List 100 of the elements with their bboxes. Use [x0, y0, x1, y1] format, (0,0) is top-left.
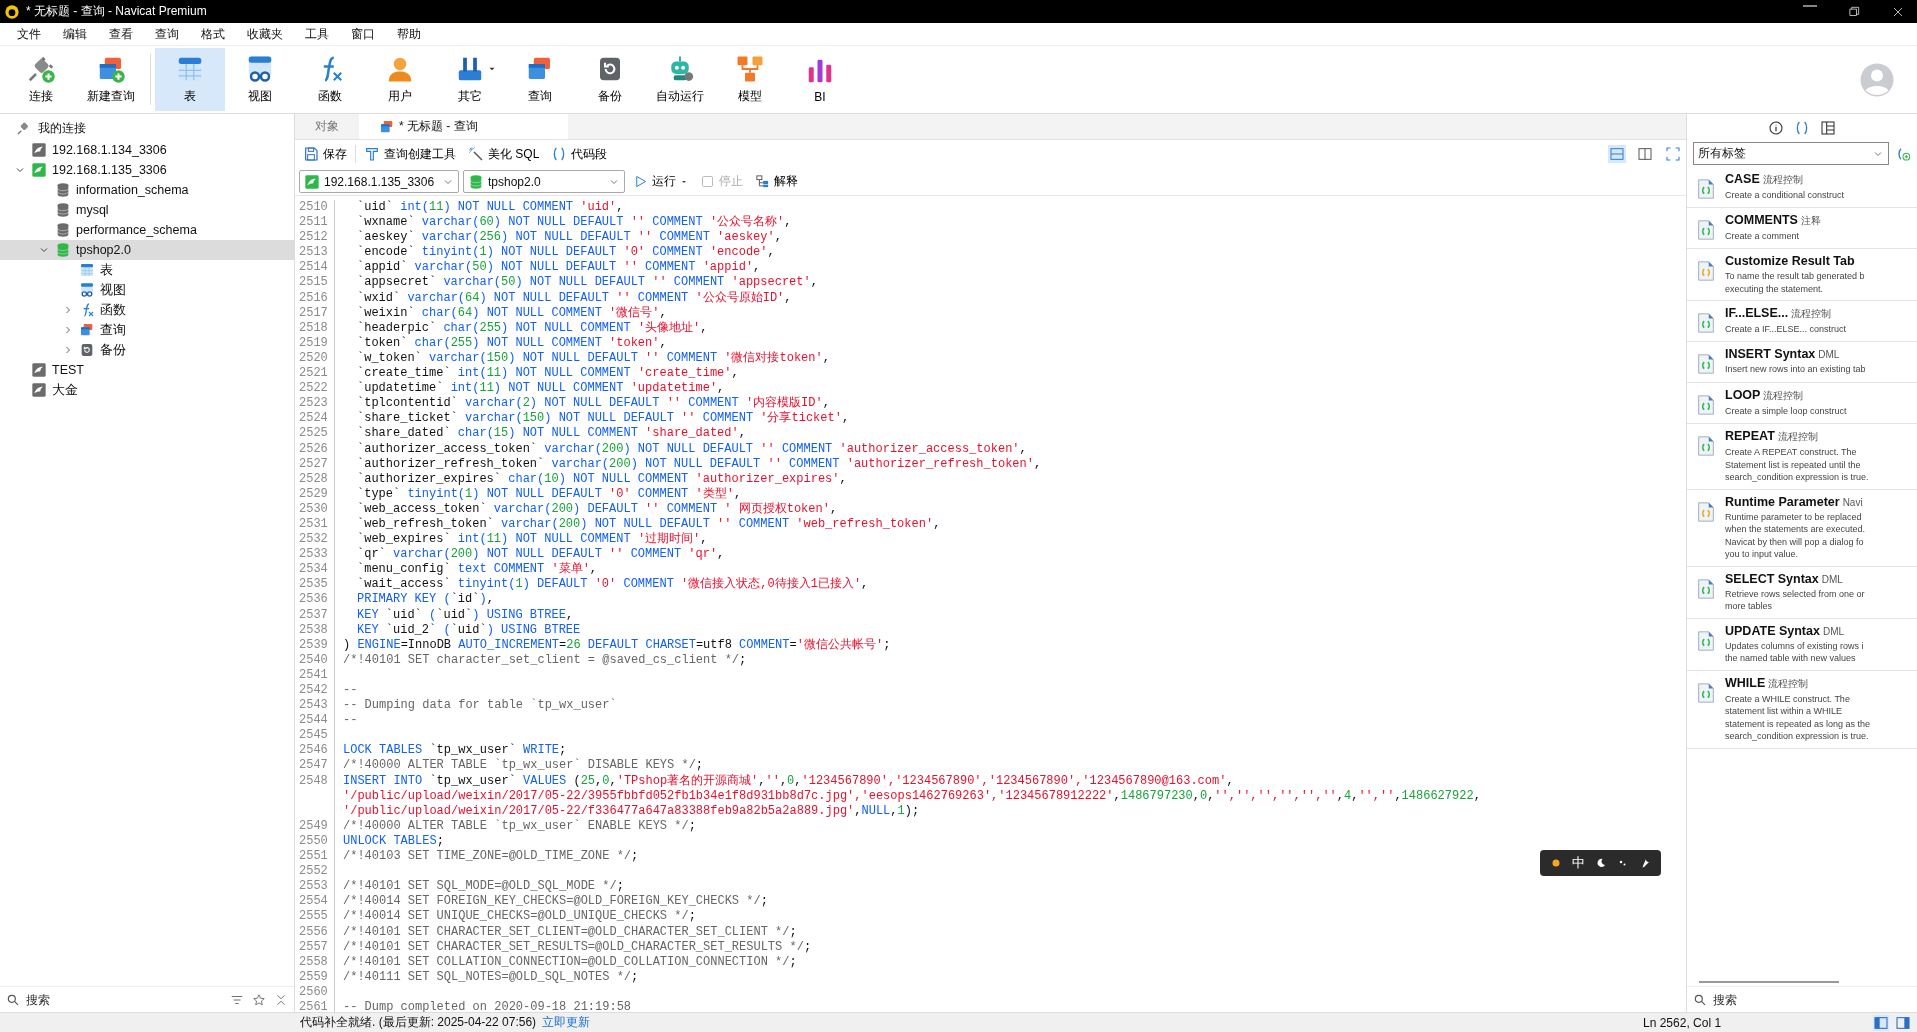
tree-item[interactable]: 大金 [0, 380, 294, 400]
menu-item[interactable]: 工具 [294, 23, 340, 45]
view-icon [79, 282, 95, 298]
database-dropdown[interactable]: tpshop2.0 [463, 170, 625, 193]
line-number: 2530 [295, 501, 335, 517]
tree-item[interactable]: 备份 [0, 340, 294, 360]
brackets-icon [1794, 120, 1810, 136]
search-field[interactable]: 搜索 [1711, 991, 1911, 1008]
menu-item[interactable]: 帮助 [386, 23, 432, 45]
cursor-position: Ln 2562, Col 1 [1643, 1015, 1723, 1030]
line-number: 2522 [295, 381, 335, 397]
tree-item[interactable]: performance_schema [0, 220, 294, 240]
restore-icon [1847, 4, 1861, 19]
code-line: ) ENGINE=InnoDB AUTO_INCREMENT=26 DEFAULT CHARSET=utf8 COMMENT='微信公共帐号'; [343, 637, 891, 653]
menu-item[interactable]: 文件 [6, 23, 52, 45]
menu-item[interactable]: 查询 [144, 23, 190, 45]
code-line: -- Dumping data for table `tp_wx_user` [343, 698, 617, 714]
line-number: 2533 [295, 547, 335, 563]
explain-button[interactable]: 解释 [751, 171, 802, 192]
toolbar-button[interactable]: 新建查询 [76, 48, 146, 111]
line-number: 2525 [295, 426, 335, 442]
code-line: PRIMARY KEY (`id`), [356, 592, 494, 608]
code-line: /*!40000 ALTER TABLE `tp_wx_user` DISABLE KEYS */; [343, 758, 704, 774]
code-line: `authorizer_refresh_token` varchar(200) NOT NULL DEFAULT '' COMMENT 'authorizer_refresh_token', [356, 456, 1042, 472]
snippet-title[interactable]: CASE [1725, 172, 1760, 186]
line-number: 2524 [295, 411, 335, 427]
toolbar-button[interactable]: 美化 SQL [464, 143, 544, 165]
line-number: 2515 [295, 275, 335, 291]
scrollbar-thumb[interactable] [1699, 981, 1839, 983]
connection-dropdown[interactable]: 192.168.1.135_3306 [299, 170, 459, 193]
snippet-title[interactable]: WHILE [1725, 675, 1766, 690]
toolbar-button[interactable]: 保存 [299, 143, 351, 165]
toolbar-button[interactable]: 连接 [6, 48, 76, 111]
line-number: 2552 [295, 864, 335, 880]
snippet-tag: 流程控制 [1791, 307, 1832, 321]
toolbar-button[interactable]: 其它 [435, 48, 505, 111]
line-number: 2521 [295, 366, 335, 382]
split-horizontal-icon [1608, 145, 1626, 163]
snippet-icon [1695, 310, 1717, 336]
snippet-title[interactable]: Customize Result Tab [1725, 254, 1855, 268]
tree-item[interactable]: 表 [0, 260, 294, 280]
tree-item[interactable]: mysql [0, 200, 294, 220]
snippet-title[interactable]: COMMENTS [1725, 213, 1798, 227]
snippet-title[interactable]: SELECT Syntax [1725, 571, 1819, 586]
tree-item[interactable]: tpshop2.0 [0, 240, 294, 260]
line-number: 2531 [295, 516, 335, 533]
tab[interactable]: * 无标题 - 查询 [359, 114, 568, 139]
search-icon [1693, 992, 1707, 1007]
toolbar-button[interactable]: 代码段 [547, 143, 612, 165]
tree-item[interactable]: 192.168.1.134_3306 [0, 140, 294, 160]
window-title: * 无标题 - 查询 - Navicat Premium [26, 3, 207, 20]
toolbar-button[interactable]: 查询 [505, 48, 575, 111]
snippet-title[interactable]: INSERT Syntax [1725, 347, 1816, 361]
tree-item[interactable]: 视图 [0, 280, 294, 300]
toolbar-button[interactable]: 查询创建工具 [360, 143, 460, 165]
line-number: 2517 [295, 305, 335, 321]
code-line: /*!40014 SET FOREIGN_KEY_CHECKS=@OLD_FOREIGN_KEY_CHECKS */; [343, 894, 768, 910]
line-number: 2537 [295, 607, 335, 623]
menu-item[interactable]: 编辑 [52, 23, 98, 45]
ime-mode[interactable]: 中 [1572, 855, 1585, 871]
toolbar-button[interactable]: 视图 [225, 48, 295, 111]
snippet-tag: 流程控制 [1762, 173, 1803, 187]
toolbar-button[interactable]: 函数 [295, 48, 365, 111]
tree-item[interactable]: 函数 [0, 300, 294, 320]
toolbar-button[interactable]: 自动运行 [645, 48, 715, 111]
save-icon [303, 146, 319, 162]
snippet-description: Retrieve rows selected from one or more tables [1725, 587, 1865, 613]
tree-item[interactable]: 查询 [0, 320, 294, 340]
menu-item[interactable]: 查看 [98, 23, 144, 45]
snippet-title[interactable]: REPEAT [1725, 429, 1775, 443]
toolbar-button[interactable]: 模型 [715, 48, 785, 111]
run-button[interactable]: 运行 [629, 171, 692, 192]
toolbar-button[interactable]: 表 [155, 48, 225, 111]
code-line: `encode` tinyint(1) NOT NULL DEFAULT '0' COMMENT 'encode', [356, 245, 775, 260]
collapse-icon [274, 992, 288, 1007]
code-line: `w_token` varchar(150) NOT NULL DEFAULT '' COMMENT '微信对接token', [356, 350, 830, 366]
line-number: 2534 [295, 562, 335, 578]
menu-item[interactable]: 窗口 [340, 23, 386, 45]
toolbar-button[interactable]: BI [785, 48, 855, 111]
snippet-tag: 流程控制 [1777, 430, 1818, 444]
snippet-description: Create a WHILE construct. The statement list within a WHILE statement is repeated as long as the search_condition expression is true. [1725, 692, 1871, 743]
tag-filter-dropdown[interactable]: 所有标签 [1693, 142, 1889, 165]
menu-item[interactable]: 格式 [190, 23, 236, 45]
snippet-title[interactable]: IF...ELSE... [1725, 306, 1789, 320]
snippet-description: Updates columns of existing rows i the named table with new values [1725, 639, 1864, 665]
tab[interactable]: 对象 [295, 114, 359, 139]
fullscreen-icon [1664, 145, 1682, 163]
toolbar-button[interactable]: 用户 [365, 48, 435, 111]
menu-item[interactable]: 收藏夹 [236, 23, 294, 45]
toolbar-button[interactable]: 备份 [575, 48, 645, 111]
query-icon [379, 118, 395, 135]
update-link[interactable]: 立即更新 [542, 1014, 591, 1031]
tree-item[interactable]: TEST [0, 360, 294, 380]
snippet-title[interactable]: LOOP [1725, 388, 1761, 402]
tree-item[interactable]: information_schema [0, 180, 294, 200]
snippet-title[interactable]: UPDATE Syntax [1725, 623, 1820, 638]
search-field[interactable]: 搜索 [24, 991, 222, 1008]
line-number: 2543 [295, 698, 335, 714]
snippet-title[interactable]: Runtime Parameter [1725, 494, 1840, 509]
tree-item[interactable]: 192.168.1.135_3306 [0, 160, 294, 180]
